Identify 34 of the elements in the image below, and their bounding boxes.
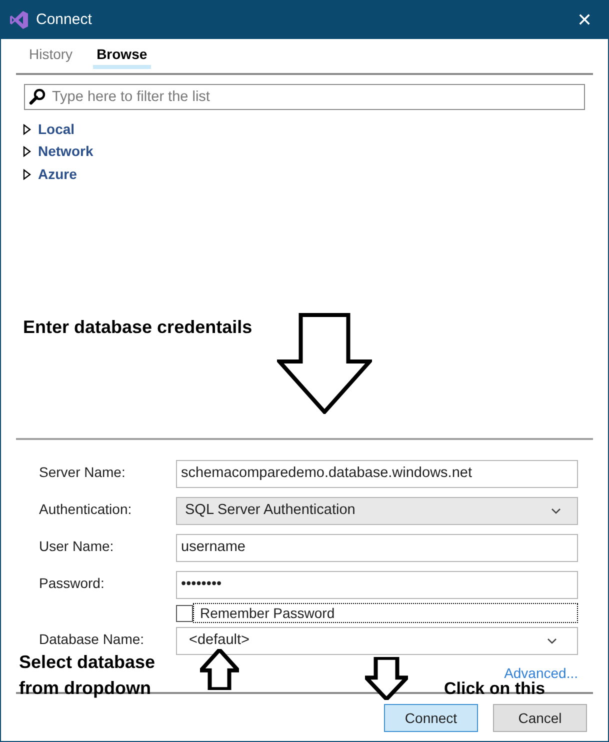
advanced-link[interactable]: Advanced... <box>504 665 578 681</box>
field-label: Authentication: <box>39 500 133 518</box>
close-button[interactable]: ✕ <box>577 11 592 29</box>
tab[interactable]: Browse <box>92 43 152 69</box>
arrow-down-drawing <box>365 657 408 700</box>
field-label: Password: <box>39 574 106 592</box>
annotation-text: Select database from dropdown <box>19 651 156 700</box>
tab[interactable]: History <box>29 43 73 69</box>
dropdown[interactable]: <default> <box>176 627 578 655</box>
app-logo-icon <box>9 10 29 30</box>
field-label: Database Name: <box>39 630 146 648</box>
chevron-down-icon <box>551 508 561 514</box>
tree-item[interactable]: Network <box>38 141 94 162</box>
annotation-text: Enter database credentails <box>23 316 252 339</box>
window-title: Connect <box>36 10 92 30</box>
checkbox-label[interactable]: Remember Password <box>193 603 578 623</box>
arrow-up-drawing <box>200 649 239 690</box>
input-field[interactable]: •••••••• <box>176 571 578 599</box>
filter-field[interactable]: Type here to filter the list <box>24 84 585 110</box>
tree-item[interactable]: Azure <box>38 164 77 185</box>
expander-icon[interactable] <box>23 124 31 135</box>
field-label: User Name: <box>39 536 115 556</box>
dialog-button[interactable]: Cancel <box>493 704 587 732</box>
expander-icon[interactable] <box>23 146 31 158</box>
checkbox[interactable] <box>176 604 193 622</box>
annotation-text: Click on this <box>444 680 546 698</box>
input-field[interactable]: schemacomparedemo.database.windows.net <box>176 460 578 488</box>
field-label: Server Name: <box>39 462 126 482</box>
tree-item[interactable]: Local <box>38 118 75 140</box>
chevron-down-icon <box>547 638 557 644</box>
search-icon <box>29 88 46 105</box>
dialog-button[interactable]: Connect <box>384 704 478 732</box>
expander-icon[interactable] <box>23 168 31 180</box>
input-field[interactable]: username <box>176 534 578 562</box>
